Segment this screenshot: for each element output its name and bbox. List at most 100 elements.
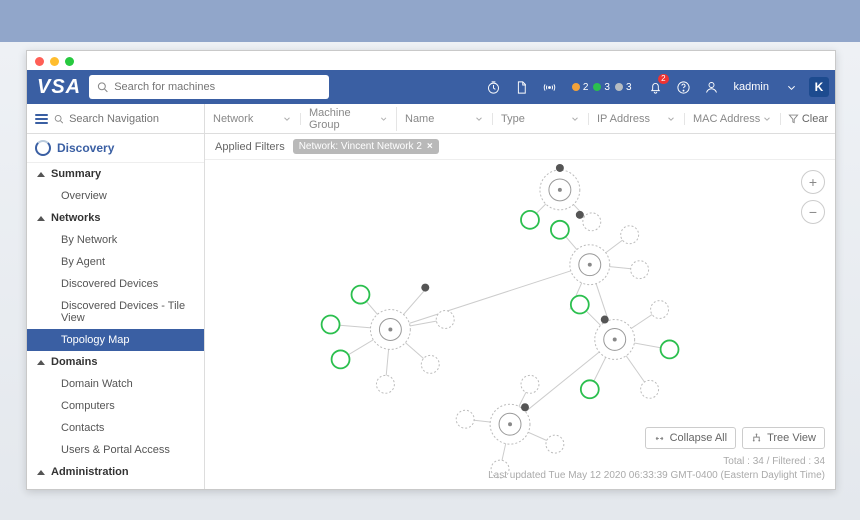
tree-view-button[interactable]: Tree View xyxy=(742,427,825,449)
status-dot-1 xyxy=(593,83,601,91)
totals-label: Total : 34 / Filtered : 34 xyxy=(488,455,825,469)
last-updated-label: Last updated Tue May 12 2020 06:33:39 GM… xyxy=(488,469,825,483)
stopwatch-icon[interactable] xyxy=(484,77,504,97)
minimize-dot[interactable] xyxy=(50,57,59,66)
nav-item-contacts[interactable]: Contacts xyxy=(27,417,204,439)
username: kadmin xyxy=(734,81,769,93)
filter-mac-label: MAC Address xyxy=(693,113,760,125)
nav-item-users-portal[interactable]: Users & Portal Access xyxy=(27,439,204,461)
caret-up-icon xyxy=(37,172,45,177)
filter-machine-group-label: Machine Group xyxy=(309,107,379,131)
tree-view-label: Tree View xyxy=(767,432,816,444)
tree-icon xyxy=(751,433,762,444)
nav-item-computers[interactable]: Computers xyxy=(27,395,204,417)
status-count-2: 3 xyxy=(626,82,632,93)
document-icon[interactable] xyxy=(512,77,532,97)
status-count-1: 3 xyxy=(604,82,610,93)
broadcast-icon[interactable] xyxy=(540,77,560,97)
clear-label: Clear xyxy=(802,113,828,125)
sidebar-section-discovery[interactable]: Discovery xyxy=(27,134,204,163)
nav-search-input[interactable] xyxy=(69,113,196,125)
nav-tree: Summary Overview Networks By Network By … xyxy=(27,163,204,489)
app-logo: VSA xyxy=(37,76,81,99)
close-dot[interactable] xyxy=(35,57,44,66)
collapse-all-label: Collapse All xyxy=(670,432,727,444)
caret-up-icon xyxy=(37,360,45,365)
search-icon xyxy=(97,81,108,93)
view-controls: Collapse All Tree View xyxy=(645,427,825,449)
chevron-down-icon xyxy=(762,114,772,124)
filter-machine-group[interactable]: Machine Group xyxy=(301,107,397,131)
nav-item-by-network[interactable]: By Network xyxy=(27,229,204,251)
nav-group-summary[interactable]: Summary xyxy=(27,163,204,185)
k-brand-button[interactable]: K xyxy=(809,77,829,97)
nav-group-administration-label: Administration xyxy=(51,466,129,478)
nav-search-icon xyxy=(54,113,63,125)
status-dot-0 xyxy=(572,83,580,91)
sidebar: Discovery Summary Overview Networks By N… xyxy=(27,134,205,489)
nav-group-summary-label: Summary xyxy=(51,168,101,180)
nav-item-overview[interactable]: Overview xyxy=(27,185,204,207)
filter-name-label: Name xyxy=(405,113,434,125)
nav-item-topology-map[interactable]: Topology Map xyxy=(27,329,204,351)
window-controls xyxy=(27,51,835,70)
filter-ip-address[interactable]: IP Address xyxy=(589,113,685,125)
filter-name[interactable]: Name xyxy=(397,113,493,125)
status-count-0: 2 xyxy=(583,82,589,93)
search-machines[interactable] xyxy=(89,75,329,99)
caret-up-icon xyxy=(37,216,45,221)
hamburger-icon[interactable] xyxy=(35,112,48,126)
collapse-all-button[interactable]: Collapse All xyxy=(645,427,736,449)
filter-mac-address[interactable]: MAC Address xyxy=(685,113,781,125)
applied-filters-bar: Applied Filters Network: Vincent Network… xyxy=(205,134,835,160)
nav-item-discovered-devices-tile[interactable]: Discovered Devices - Tile View xyxy=(27,295,204,329)
zoom-in-button[interactable]: + xyxy=(801,170,825,194)
chevron-down-icon xyxy=(282,114,292,124)
nav-item-by-agent[interactable]: By Agent xyxy=(27,251,204,273)
filter-network-label: Network xyxy=(213,113,253,125)
funnel-icon xyxy=(788,113,799,124)
zoom-out-button[interactable]: − xyxy=(801,200,825,224)
topbar: VSA 2 3 3 2 xyxy=(27,70,835,104)
nav-item-settings[interactable]: Settings xyxy=(27,483,204,489)
chevron-down-icon xyxy=(474,114,484,124)
user-icon[interactable] xyxy=(702,77,722,97)
close-icon[interactable]: × xyxy=(427,141,433,152)
chevron-down-icon xyxy=(666,114,676,124)
app-body: Discovery Summary Overview Networks By N… xyxy=(27,134,835,489)
filter-type[interactable]: Type xyxy=(493,113,589,125)
applied-filters-label: Applied Filters xyxy=(215,141,285,153)
nav-group-networks-label: Networks xyxy=(51,212,101,224)
filter-chip[interactable]: Network: Vincent Network 2 × xyxy=(293,139,439,154)
filter-ip-label: IP Address xyxy=(597,113,650,125)
zoom-controls: + − xyxy=(801,170,825,224)
help-icon[interactable] xyxy=(674,77,694,97)
filter-chip-label: Network: Vincent Network 2 xyxy=(299,141,422,152)
status-indicators: 2 3 3 xyxy=(572,82,634,93)
filter-bar: Network Machine Group Name Type IP Addre… xyxy=(205,104,835,133)
chevron-down-icon xyxy=(379,114,388,124)
main-panel: Applied Filters Network: Vincent Network… xyxy=(205,134,835,489)
nav-group-administration[interactable]: Administration xyxy=(27,461,204,483)
caret-up-icon xyxy=(37,470,45,475)
filter-type-label: Type xyxy=(501,113,525,125)
nav-group-networks[interactable]: Networks xyxy=(27,207,204,229)
status-dot-2 xyxy=(615,83,623,91)
notifications-icon[interactable]: 2 xyxy=(646,77,666,97)
maximize-dot[interactable] xyxy=(65,57,74,66)
discovery-icon xyxy=(35,140,51,156)
nav-group-domains[interactable]: Domains xyxy=(27,351,204,373)
discovery-label: Discovery xyxy=(57,141,114,155)
subbar: Network Machine Group Name Type IP Addre… xyxy=(27,104,835,134)
nav-group-domains-label: Domains xyxy=(51,356,97,368)
nav-item-discovered-devices[interactable]: Discovered Devices xyxy=(27,273,204,295)
canvas-footer: Total : 34 / Filtered : 34 Last updated … xyxy=(488,455,825,483)
clear-filters[interactable]: Clear xyxy=(781,113,835,125)
nav-item-domain-watch[interactable]: Domain Watch xyxy=(27,373,204,395)
collapse-icon xyxy=(654,433,665,444)
user-menu-chevron-icon[interactable] xyxy=(781,77,801,97)
topology-canvas[interactable]: + − Collapse All Tree View Total : 34 / … xyxy=(205,160,835,489)
search-machines-input[interactable] xyxy=(114,81,321,93)
notification-badge: 2 xyxy=(658,74,668,84)
filter-network[interactable]: Network xyxy=(205,113,301,125)
